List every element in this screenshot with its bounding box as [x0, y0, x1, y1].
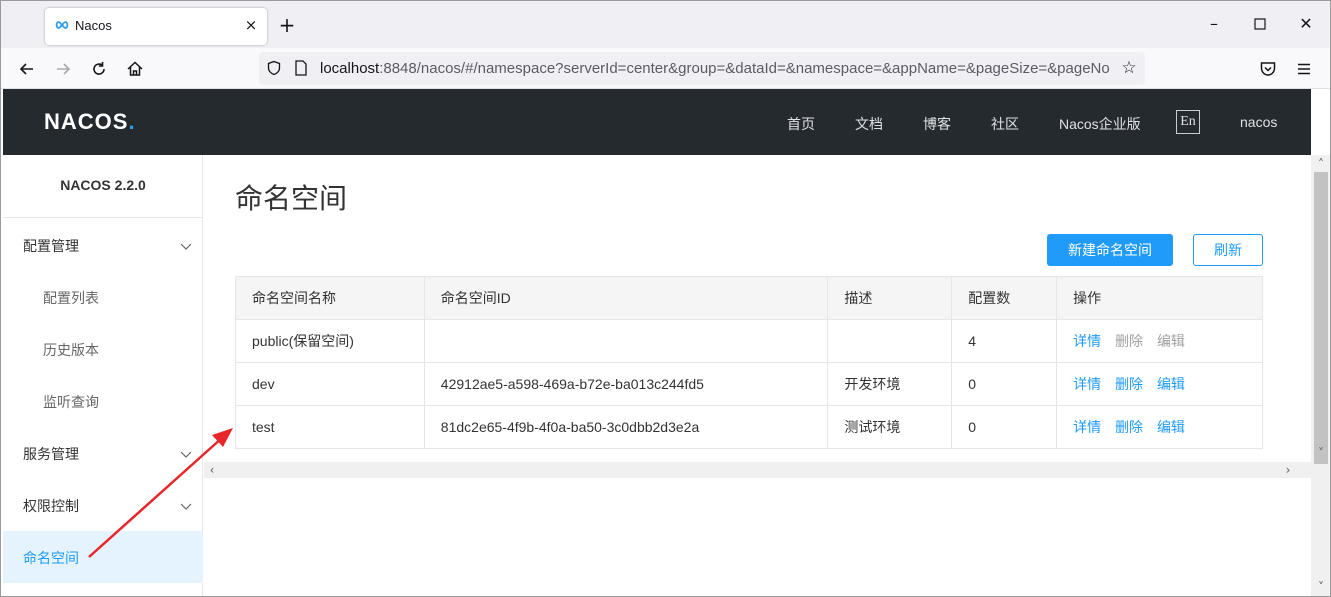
namespace-id: 81dc2e65-4f9b-4f0a-ba50-3c0dbb2d3e2a: [423, 405, 829, 449]
new-namespace-button[interactable]: 新建命名空间: [1047, 234, 1173, 266]
sidebar-item-namespace[interactable]: 命名空间: [3, 531, 203, 583]
namespace-desc: [827, 319, 953, 363]
sidebar-divider: [3, 217, 203, 218]
column-header-actions: 操作: [1056, 276, 1263, 320]
detail-link[interactable]: 详情: [1073, 333, 1101, 349]
main-content: 命名空间 新建命名空间 刷新 命名空间名称 命名空间ID 描述 配置数 操作 p…: [204, 155, 1311, 596]
url-text[interactable]: localhost:8848/nacos/#/namespace?serverI…: [320, 60, 1110, 77]
vertical-scrollbar[interactable]: ˄ ˅ ˅: [1311, 155, 1330, 596]
edit-link[interactable]: 编辑: [1157, 376, 1185, 392]
page-icon: [295, 60, 307, 76]
sidebar-group-auth[interactable]: 权限控制: [23, 496, 79, 516]
column-header-desc: 描述: [827, 276, 953, 320]
namespace-name: public(保留空间): [235, 319, 425, 363]
chevron-down-icon[interactable]: [179, 499, 193, 513]
version-label: NACOS 2.2.0: [60, 177, 146, 193]
sidebar-group-config[interactable]: 配置管理: [23, 236, 79, 256]
language-switch[interactable]: En: [1176, 110, 1200, 134]
horizontal-scrollbar[interactable]: ‹ ›: [204, 462, 1311, 478]
actions-cell: 详情 删除 编辑: [1056, 362, 1263, 406]
page-title: 命名空间: [235, 183, 348, 214]
actions-cell: 详情 删除 编辑: [1056, 319, 1263, 363]
chevron-down-icon[interactable]: [179, 447, 193, 461]
sidebar-group-service[interactable]: 服务管理: [23, 444, 79, 464]
namespace-desc: 测试环境: [827, 405, 953, 449]
actions-cell: 详情 删除 编辑: [1056, 405, 1263, 449]
scroll-down-icon[interactable]: ˅: [1314, 580, 1328, 594]
tab-title: Nacos: [75, 18, 112, 33]
sidebar-item-label: 命名空间: [23, 550, 79, 566]
sidebar-item-history[interactable]: 历史版本: [43, 340, 99, 360]
scrollbar-thumb[interactable]: [1314, 172, 1328, 464]
table-row: public(保留空间) 4 详情 删除 编辑: [235, 319, 1263, 363]
nacos-logo[interactable]: NACOS.: [44, 109, 136, 135]
user-menu[interactable]: nacos: [1240, 114, 1277, 130]
namespace-desc: 开发环境: [827, 362, 953, 406]
scroll-right-icon[interactable]: ›: [1281, 463, 1295, 477]
menu-icon[interactable]: [1294, 59, 1314, 79]
delete-link[interactable]: 删除: [1115, 419, 1143, 435]
sidebar-item-listener-query[interactable]: 监听查询: [43, 392, 99, 412]
nav-home[interactable]: 首页: [787, 114, 815, 134]
new-tab-icon[interactable]: +: [277, 15, 297, 35]
forward-arrow-icon[interactable]: [53, 59, 73, 79]
column-header-id: 命名空间ID: [423, 276, 829, 320]
namespace-table: 命名空间名称 命名空间ID 描述 配置数 操作 public(保留空间) 4 详…: [235, 276, 1263, 449]
scroll-left-icon[interactable]: ‹: [205, 463, 219, 477]
nacos-favicon-icon: [55, 21, 69, 29]
namespace-id: 42912ae5-a598-469a-b72e-ba013c244fd5: [423, 362, 829, 406]
home-icon[interactable]: [125, 59, 145, 79]
sidebar: NACOS 2.2.0 配置管理 配置列表 历史版本 监听查询 服务管理 权限控…: [3, 155, 203, 596]
edit-link[interactable]: 编辑: [1157, 419, 1185, 435]
nav-enterprise[interactable]: Nacos企业版: [1059, 114, 1141, 134]
config-count: 0: [951, 362, 1058, 406]
table-header-row: 命名空间名称 命名空间ID 描述 配置数 操作: [235, 276, 1263, 320]
config-count: 4: [951, 319, 1058, 363]
minimize-icon[interactable]: –: [1206, 16, 1222, 32]
close-window-icon[interactable]: ✕: [1298, 16, 1314, 32]
table-row: test 81dc2e65-4f9b-4f0a-ba50-3c0dbb2d3e2…: [235, 405, 1263, 449]
delete-link: 删除: [1115, 333, 1144, 349]
url-bar[interactable]: localhost:8848/nacos/#/namespace?serverI…: [259, 52, 1145, 85]
browser-tab[interactable]: Nacos ×: [45, 8, 267, 45]
back-arrow-icon[interactable]: [17, 59, 37, 79]
nav-docs[interactable]: 文档: [855, 114, 883, 134]
tab-close-icon[interactable]: ×: [243, 16, 259, 34]
column-header-name: 命名空间名称: [235, 276, 425, 320]
detail-link[interactable]: 详情: [1073, 376, 1101, 392]
edit-link: 编辑: [1156, 333, 1185, 349]
bookmark-star-icon[interactable]: ☆: [1120, 59, 1138, 77]
namespace-name: dev: [235, 362, 425, 406]
sidebar-item-config-list[interactable]: 配置列表: [43, 288, 99, 308]
app-header: NACOS. 首页 文档 博客 社区 Nacos企业版 En nacos: [3, 89, 1311, 155]
chevron-down-icon[interactable]: [179, 239, 193, 253]
reload-icon[interactable]: [89, 59, 109, 79]
scroll-down-icon[interactable]: ˅: [1314, 446, 1328, 460]
table-row: dev 42912ae5-a598-469a-b72e-ba013c244fd5…: [235, 362, 1263, 406]
scroll-up-icon[interactable]: ˄: [1314, 157, 1328, 171]
namespace-id: [423, 319, 829, 363]
browser-navbar: localhost:8848/nacos/#/namespace?serverI…: [1, 48, 1330, 89]
tab-bar: Nacos × + – ✕: [1, 1, 1330, 48]
namespace-name: test: [235, 405, 425, 449]
shield-icon[interactable]: [266, 60, 282, 76]
config-count: 0: [951, 405, 1058, 449]
pocket-icon[interactable]: [1258, 59, 1278, 79]
maximize-icon[interactable]: [1252, 16, 1268, 32]
nav-community[interactable]: 社区: [991, 114, 1019, 134]
column-header-count: 配置数: [951, 276, 1058, 320]
nav-blog[interactable]: 博客: [923, 114, 951, 134]
browser-window: Nacos × + – ✕ localhost:8848/nacos/#/nam…: [0, 0, 1331, 597]
refresh-button[interactable]: 刷新: [1193, 234, 1263, 266]
delete-link[interactable]: 删除: [1115, 376, 1143, 392]
detail-link[interactable]: 详情: [1073, 419, 1101, 435]
